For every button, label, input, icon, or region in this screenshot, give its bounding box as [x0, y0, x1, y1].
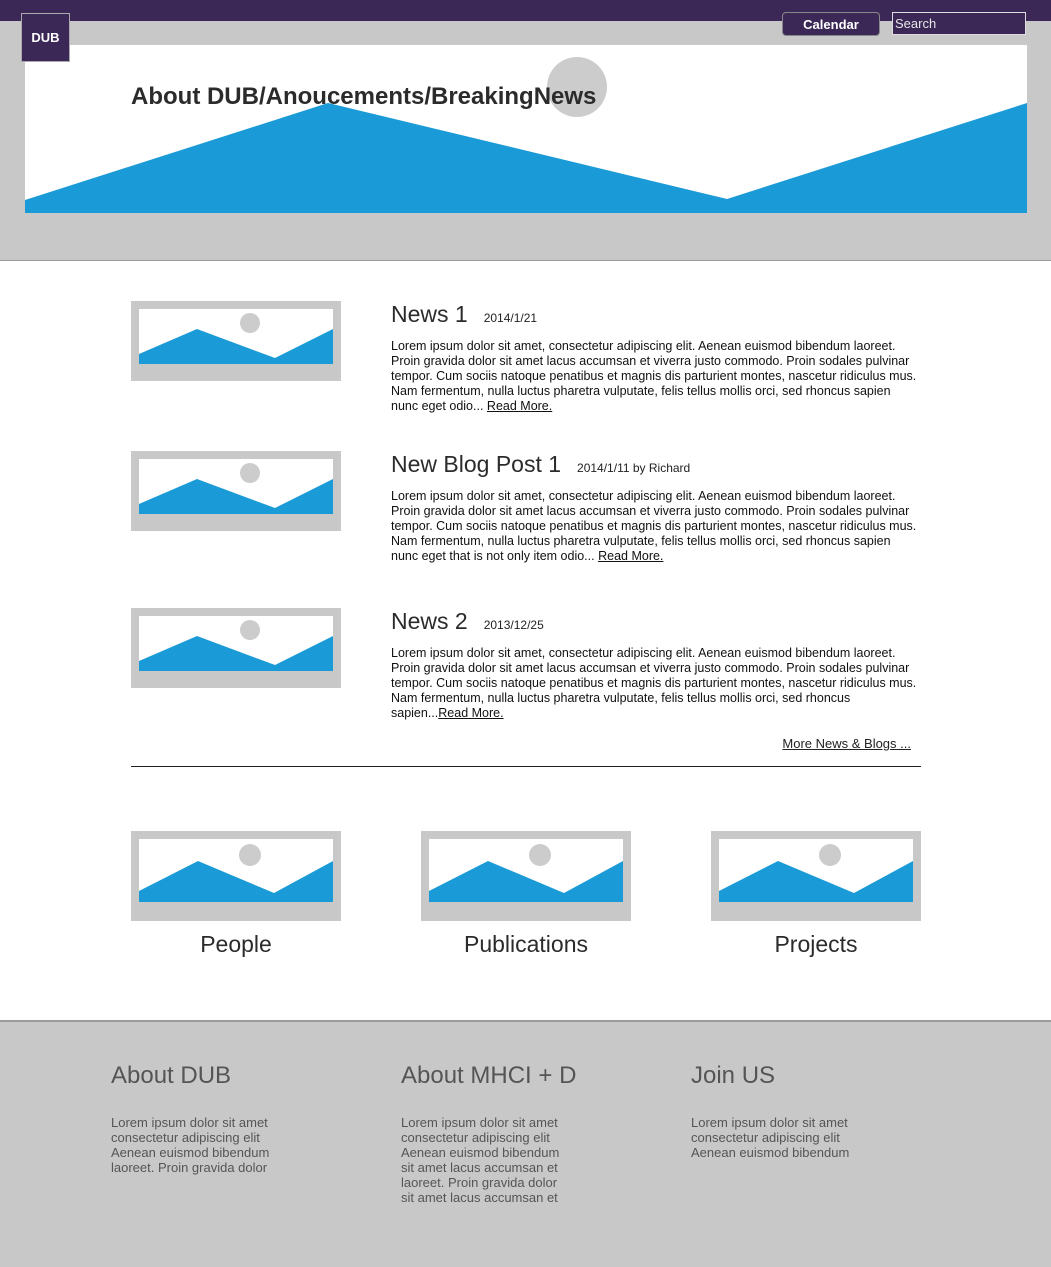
- section-label: People: [200, 931, 272, 957]
- read-more-link[interactable]: Read More.: [487, 399, 552, 413]
- footer-heading[interactable]: Join US: [691, 1062, 871, 1090]
- image-placeholder-icon: [139, 309, 333, 364]
- footer: About DUB Lorem ipsum dolor sit amet con…: [0, 1020, 1051, 1267]
- image-placeholder-icon: [139, 459, 333, 514]
- read-more-link[interactable]: Read More.: [438, 706, 503, 720]
- footer-text: Lorem ipsum dolor sit amet consectetur a…: [401, 1115, 560, 1205]
- news-body: News 2 2013/12/25 Lorem ipsum dolor sit …: [391, 608, 921, 721]
- calendar-button[interactable]: Calendar: [782, 12, 880, 36]
- news-excerpt: Lorem ipsum dolor sit amet, consectetur …: [391, 489, 921, 564]
- more-news-link[interactable]: More News & Blogs ...: [782, 736, 911, 751]
- banner-image: About DUB/Anoucements/BreakingNews: [25, 45, 1027, 213]
- section-thumbnail: [711, 831, 921, 921]
- section-label: Projects: [774, 931, 858, 957]
- footer-column-join-us: Join US Lorem ipsum dolor sit amet conse…: [691, 1062, 871, 1160]
- image-placeholder-icon: [139, 616, 333, 671]
- footer-text: Lorem ipsum dolor sit amet consectetur a…: [111, 1115, 270, 1175]
- section-thumbnail: [131, 831, 341, 921]
- footer-text: Lorem ipsum dolor sit amet consectetur a…: [691, 1115, 850, 1160]
- news-excerpt-text: Lorem ipsum dolor sit amet, consectetur …: [391, 339, 917, 413]
- header: DUB Calendar About DUB/Anoucements/Break…: [0, 0, 1051, 261]
- news-excerpt: Lorem ipsum dolor sit amet, consectetur …: [391, 339, 921, 414]
- section-thumbnail: [421, 831, 631, 921]
- news-date: 2013/12/25: [483, 618, 544, 632]
- news-thumbnail[interactable]: [131, 608, 341, 688]
- divider: [131, 766, 921, 767]
- footer-heading[interactable]: About MHCI + D: [401, 1062, 576, 1090]
- news-title[interactable]: News 1: [391, 301, 468, 328]
- news-excerpt: Lorem ipsum dolor sit amet, consectetur …: [391, 646, 921, 721]
- image-placeholder-icon: [719, 839, 913, 902]
- news-body: News 1 2014/1/21 Lorem ipsum dolor sit a…: [391, 301, 921, 414]
- news-thumbnail[interactable]: [131, 451, 341, 531]
- news-title[interactable]: New Blog Post 1: [391, 451, 561, 478]
- read-more-link[interactable]: Read More.: [598, 549, 663, 563]
- news-body: New Blog Post 1 2014/1/11 by Richard Lor…: [391, 451, 921, 564]
- banner-mountain-graphic: [25, 57, 1027, 213]
- image-placeholder-icon: [429, 839, 623, 902]
- search-input[interactable]: [892, 12, 1026, 35]
- news-thumbnail[interactable]: [131, 301, 341, 381]
- footer-column-about-dub: About DUB Lorem ipsum dolor sit amet con…: [111, 1062, 291, 1175]
- footer-heading[interactable]: About DUB: [111, 1062, 291, 1090]
- news-date: 2014/1/11 by Richard: [577, 461, 691, 475]
- section-label: Publications: [463, 931, 589, 957]
- news-title[interactable]: News 2: [391, 608, 468, 635]
- page-title: About DUB/Anoucements/BreakingNews: [131, 83, 597, 110]
- footer-column-about-mhcid: About MHCI + D Lorem ipsum dolor sit ame…: [401, 1062, 576, 1205]
- dub-logo[interactable]: DUB: [21, 13, 70, 62]
- news-date: 2014/1/21: [483, 311, 538, 325]
- image-placeholder-icon: [139, 839, 333, 902]
